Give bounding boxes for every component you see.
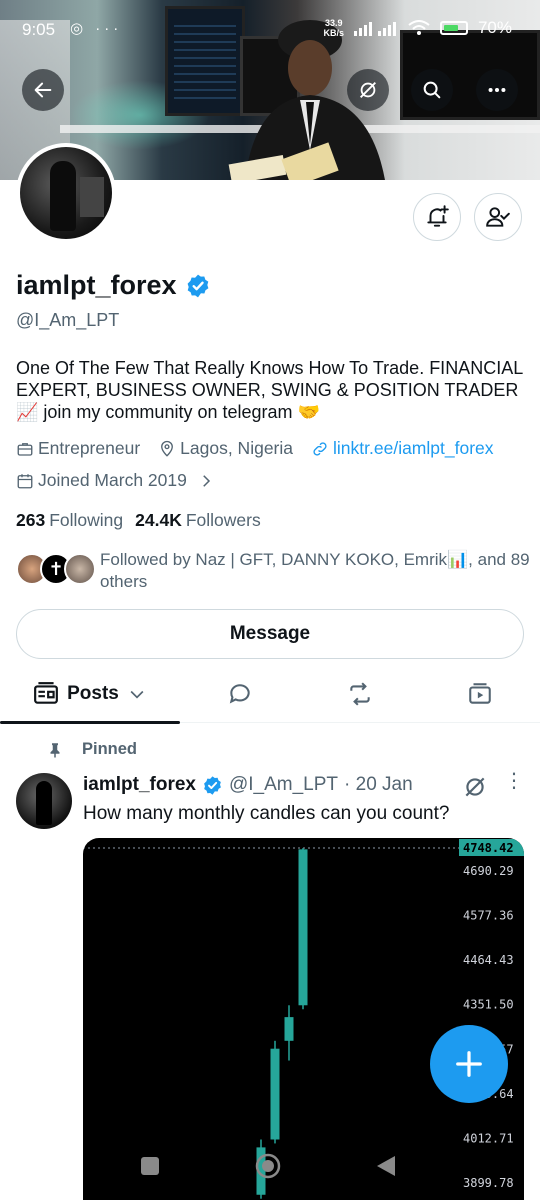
battery-icon — [439, 21, 468, 35]
calendar-icon — [17, 473, 33, 488]
network-speed: 33.9 KB/s — [323, 18, 344, 38]
reply-bubble-icon — [229, 684, 250, 704]
location-pin-icon — [161, 440, 174, 457]
notifications-button[interactable] — [413, 193, 461, 241]
arrow-left-icon — [34, 82, 52, 98]
more-icon — [488, 87, 506, 93]
profile-location: Lagos, Nigeria — [158, 438, 293, 459]
grok-button[interactable] — [347, 69, 389, 111]
notification-icons: ◎ ··· — [70, 20, 123, 37]
follow-counts: 263 Following 24.4K Followers — [16, 510, 261, 531]
plus-icon — [456, 1051, 482, 1077]
wifi-icon — [408, 20, 430, 35]
tab-posts[interactable]: Posts — [0, 665, 180, 724]
signal-icon — [353, 22, 396, 36]
profile-joined[interactable]: Joined March 2019 — [16, 470, 215, 491]
profile-meta-row: Entrepreneur Lagos, Nigeria linktr.ee/ia… — [16, 438, 494, 459]
more-button[interactable] — [476, 69, 518, 111]
pin-icon — [50, 742, 60, 757]
following-button[interactable] — [474, 193, 522, 241]
profile-joined-row[interactable]: Joined March 2019 — [16, 470, 215, 491]
post-author-name[interactable]: iamlpt_forex — [83, 774, 196, 796]
status-bar: 9:05 ◎ ··· 33.9 KB/s 70% — [0, 0, 540, 58]
compose-post-button[interactable] — [430, 1025, 508, 1103]
link-icon — [313, 441, 327, 456]
followed-by-text[interactable]: Followed by Naz | GFT, DANNY KOKO, Emrik… — [100, 549, 530, 593]
candle-body — [284, 1017, 294, 1041]
chevron-down-icon — [130, 690, 144, 699]
tab-reposts[interactable] — [300, 665, 420, 723]
battery-percent: 70% — [477, 18, 512, 37]
search-icon — [423, 81, 441, 99]
recent-apps-icon[interactable] — [140, 1156, 160, 1176]
candle-body — [270, 1048, 280, 1140]
media-play-icon — [469, 683, 491, 704]
avatar — [64, 553, 96, 585]
profile-name: iamlpt_forex — [16, 270, 177, 300]
price-axis-label: 4577.36 — [463, 909, 514, 923]
pinned-indicator: Pinned — [46, 740, 137, 759]
profile-handle: @I_Am_LPT — [16, 310, 120, 330]
profile-bio: One Of The Few That Really Knows How To … — [16, 358, 523, 422]
followers-link[interactable]: 24.4K Followers — [135, 510, 261, 531]
bell-plus-icon — [427, 205, 449, 227]
user-check-icon — [486, 207, 510, 227]
message-button[interactable]: Message — [16, 609, 524, 659]
profile-name-row: iamlpt_forex — [16, 270, 211, 301]
verified-badge-icon — [202, 775, 223, 796]
verified-badge-icon[interactable] — [185, 273, 211, 299]
post-more-icon[interactable]: ⋮ — [504, 771, 524, 791]
briefcase-icon — [17, 442, 33, 456]
avatar-image — [20, 147, 112, 239]
profile-tabs: Posts — [0, 665, 540, 724]
back-nav-icon[interactable] — [375, 1154, 397, 1178]
candle-body — [298, 849, 308, 1006]
search-button[interactable] — [411, 69, 453, 111]
home-icon[interactable] — [254, 1152, 282, 1180]
price-axis-label: 4464.43 — [463, 953, 514, 967]
post-header: iamlpt_forex @I_Am_LPT · 20 Jan — [83, 774, 413, 796]
active-tab-indicator — [0, 721, 180, 724]
system-nav-bar — [0, 1130, 540, 1200]
tab-replies[interactable] — [180, 665, 300, 723]
repost-icon — [350, 682, 370, 706]
profile-website-link[interactable]: linktr.ee/iamlpt_forex — [311, 438, 494, 459]
back-button[interactable] — [22, 69, 64, 111]
price-axis-label: 4690.29 — [463, 864, 514, 878]
post-author-handle: @I_Am_LPT — [228, 774, 339, 795]
grok-icon[interactable] — [462, 774, 488, 800]
profile-category: Entrepreneur — [16, 438, 140, 459]
tab-media[interactable] — [420, 665, 540, 723]
posts-feed-icon — [34, 682, 59, 704]
status-time: 9:05 — [22, 20, 56, 39]
price-axis-label: 4351.50 — [463, 998, 514, 1012]
post-author-avatar[interactable] — [16, 773, 72, 829]
price-axis-label: 4748.42 — [463, 841, 514, 855]
post-text: How many monthly candles can you count? — [83, 803, 450, 824]
following-link[interactable]: 263 Following — [16, 510, 123, 531]
post-date: · 20 Jan — [344, 774, 413, 795]
chevron-right-icon — [203, 474, 210, 487]
followed-by-avatars[interactable]: ✝ — [16, 553, 98, 587]
grok-icon — [360, 82, 376, 98]
profile-avatar[interactable] — [16, 143, 116, 243]
